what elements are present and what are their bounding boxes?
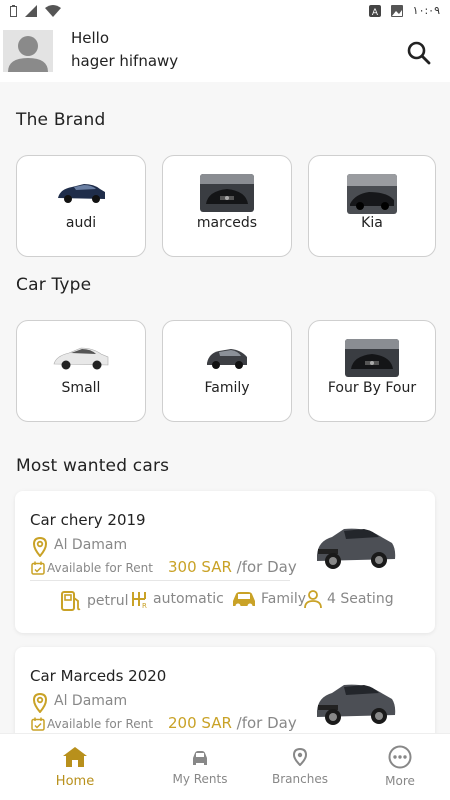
car-title: Car Marceds 2020 <box>30 667 167 685</box>
status-bar: A ١٠:٠٩ <box>0 0 450 24</box>
location-pin-icon <box>293 748 307 766</box>
nav-home-label: Home <box>55 774 95 789</box>
nav-branches-label: Branches <box>272 772 328 786</box>
most-wanted-section-title: Most wanted cars <box>16 456 170 476</box>
car-price-period: /for Day <box>236 558 297 576</box>
user-avatar-icon <box>8 36 48 72</box>
feature-transmission: R automatic <box>129 589 224 609</box>
feature-seating: 4 Seating <box>303 589 394 609</box>
nav-my-rents-label: My Rents <box>172 772 228 786</box>
car-price: 300 SAR /for Day <box>168 558 297 576</box>
car-type-section-title: Car Type <box>16 275 92 295</box>
wifi-icon <box>45 5 61 17</box>
audi-car-thumbnail <box>54 174 108 208</box>
gear-shift-icon: R <box>132 592 147 609</box>
brand-label-kia: Kia <box>361 215 383 231</box>
status-time: ١٠:٠٩ <box>412 4 440 17</box>
location-pin-icon <box>33 693 47 713</box>
greeting-username: hager hifnawy <box>71 52 179 70</box>
battery-icon <box>10 5 17 17</box>
car-location: Al Damam <box>54 693 128 709</box>
car-type-card-family[interactable]: Family <box>162 320 292 422</box>
car-icon <box>193 751 207 765</box>
bottom-navigation: Home My Rents Branches More <box>0 733 450 800</box>
calendar-check-icon <box>31 717 45 731</box>
family-car-thumbnail <box>205 339 249 373</box>
avatar[interactable] <box>3 30 53 72</box>
search-icon <box>407 41 431 65</box>
car-type-label-family: Family <box>204 380 250 396</box>
svg-text:R: R <box>142 602 147 609</box>
car-type-card-four-by-four[interactable]: Four By Four <box>308 320 436 422</box>
feature-type: Family <box>231 589 306 609</box>
header: Hello hager hifnawy <box>0 24 450 82</box>
image-icon <box>390 4 403 17</box>
nav-more[interactable]: More <box>344 734 450 800</box>
greeting-hello: Hello <box>71 29 110 47</box>
car-title: Car chery 2019 <box>30 511 146 529</box>
feature-seating-label: 4 Seating <box>327 591 394 607</box>
car-price-amount: 200 SAR <box>168 714 232 732</box>
brand-card-audi[interactable]: audi <box>16 155 146 257</box>
kia-car-thumbnail <box>347 174 397 214</box>
car-type-label-four-by-four: Four By Four <box>327 380 417 396</box>
location-pin-icon <box>33 537 47 557</box>
car-type-card-small[interactable]: Small <box>16 320 146 422</box>
feature-fuel: petrul <box>59 589 129 613</box>
search-button[interactable] <box>406 40 432 66</box>
car-price: 200 SAR /for Day <box>168 714 297 732</box>
feature-type-label: Family <box>261 591 307 607</box>
notification-icon: A <box>368 4 381 17</box>
person-icon <box>304 590 322 609</box>
car-price-period: /for Day <box>236 714 297 732</box>
car-availability: Available for Rent <box>47 561 153 575</box>
nav-branches[interactable]: Branches <box>244 734 356 800</box>
divider <box>30 580 290 581</box>
brand-card-kia[interactable]: Kia <box>308 155 436 257</box>
car-card-chery-2019[interactable]: Car chery 2019 Al Damam Available for Re… <box>15 491 435 633</box>
marceds-car-thumbnail <box>200 174 254 212</box>
more-options-icon <box>388 745 412 769</box>
car-card-marceds-2020[interactable]: Car Marceds 2020 Al Damam Available for … <box>15 647 435 747</box>
car-type-label-small: Small <box>61 380 101 396</box>
brand-card-marceds[interactable]: marceds <box>162 155 292 257</box>
feature-transmission-label: automatic <box>153 591 224 607</box>
brand-label-marceds: marceds <box>196 215 258 231</box>
small-car-thumbnail <box>51 339 111 373</box>
car-availability: Available for Rent <box>47 717 153 731</box>
feature-fuel-label: petrul <box>87 593 129 609</box>
brand-section-title: The Brand <box>16 110 106 130</box>
signal-icon <box>25 5 37 17</box>
car-image <box>314 505 398 585</box>
brand-label-audi: audi <box>65 215 97 231</box>
nav-my-rents[interactable]: My Rents <box>144 734 256 800</box>
nav-home[interactable]: Home <box>19 734 131 800</box>
car-location: Al Damam <box>54 537 128 553</box>
four-by-four-car-thumbnail <box>345 339 399 377</box>
nav-more-label: More <box>385 774 415 788</box>
home-icon <box>63 747 87 767</box>
car-image <box>314 661 398 741</box>
calendar-check-icon <box>31 561 45 575</box>
svg-text:A: A <box>372 8 379 17</box>
car-price-amount: 300 SAR <box>168 558 232 576</box>
car-icon <box>233 592 255 609</box>
fuel-pump-icon <box>61 591 81 611</box>
